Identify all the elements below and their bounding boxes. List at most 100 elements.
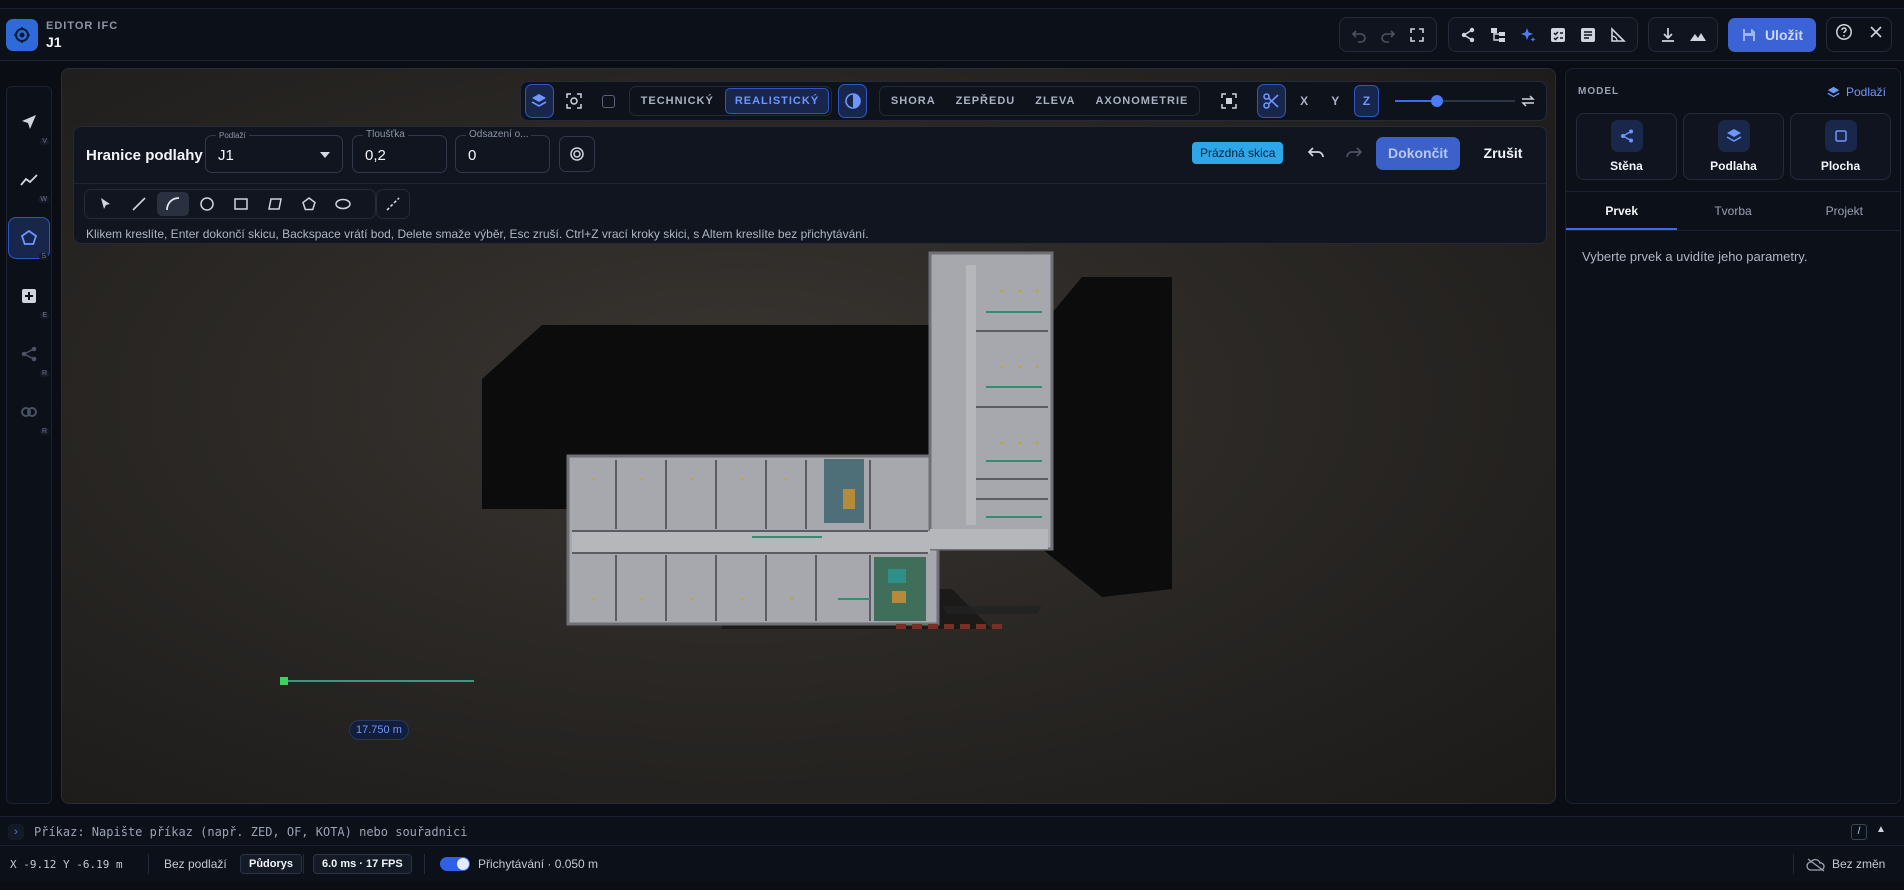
ai-sparkle-icon[interactable] [1515, 21, 1541, 49]
draw-circle[interactable] [191, 192, 223, 216]
panel-tabs: Prvek Tvorba Projekt [1566, 191, 1900, 231]
view-left[interactable]: ZLEVA [1026, 89, 1084, 113]
section-cut-button[interactable] [1256, 84, 1286, 118]
cursor-arrow-icon [101, 198, 110, 209]
app: EDITOR IFC J1 Uložit V W S E R R 17.750 … [0, 0, 1904, 890]
chevron-right-icon: › [8, 824, 24, 840]
cancel-button[interactable]: Zrušit [1472, 137, 1534, 170]
fullscreen-icon[interactable] [1405, 21, 1430, 49]
axis-x[interactable]: X [1292, 86, 1317, 116]
report-icon[interactable] [1575, 21, 1601, 49]
fit-view-button[interactable] [1214, 84, 1242, 118]
card-wall[interactable]: Stěna [1576, 113, 1677, 180]
tool-share[interactable]: R [8, 333, 50, 377]
draw-parallelogram[interactable] [259, 192, 291, 216]
draw-pick-lines[interactable] [376, 189, 410, 219]
tool-key: V [40, 138, 49, 145]
app-logo-icon[interactable] [6, 19, 38, 51]
draw-rectangle[interactable] [225, 192, 257, 216]
command-input[interactable]: Příkaz: Napište příkaz (např. ZED, OF, K… [34, 825, 467, 839]
navigation-arrow-icon [22, 115, 36, 129]
thickness-value: 0,2 [365, 147, 386, 164]
tool-polygon[interactable]: S [8, 217, 50, 260]
save-button[interactable]: Uložit [1728, 18, 1816, 52]
mode-realistic[interactable]: REALISTICKÝ [724, 88, 830, 114]
share-nodes-icon [1620, 129, 1633, 143]
redo-icon[interactable] [1375, 21, 1400, 49]
sketch-status-badge: Prázdná skica [1192, 142, 1284, 164]
sketch-hint: Klikem kreslíte, Enter dokončí skicu, Ba… [86, 227, 869, 241]
toggle-checkbox[interactable] [594, 94, 622, 108]
card-label: Plocha [1820, 159, 1861, 173]
level-label: Podlaží [216, 131, 249, 140]
offset-mode-button[interactable] [559, 136, 595, 172]
snap-toggle[interactable] [440, 857, 470, 871]
contrast-button[interactable] [838, 84, 867, 118]
draw-ellipse[interactable] [327, 192, 359, 216]
mode-technical[interactable]: TECHNICKÝ [632, 89, 723, 113]
contrast-icon [844, 93, 861, 109]
chevron-up-icon[interactable]: ▲ [1876, 824, 1886, 835]
terrain-icon[interactable] [1685, 21, 1711, 49]
offset-field[interactable]: Odsazení o... 0 [455, 129, 550, 173]
pentagon-icon [20, 229, 38, 245]
tab-creation[interactable]: Tvorba [1677, 192, 1788, 230]
draw-select[interactable] [89, 192, 121, 216]
thickness-label: Tloušťka [363, 129, 408, 140]
focus-target-icon [566, 93, 582, 109]
pentagon-icon [302, 197, 316, 211]
card-label: Stěna [1610, 159, 1643, 173]
tool-wall[interactable]: W [8, 159, 50, 203]
tool-key: R [39, 370, 49, 377]
tab-project[interactable]: Projekt [1789, 192, 1900, 230]
finish-button[interactable]: Dokončit [1376, 137, 1460, 170]
layers-button[interactable] [525, 84, 554, 118]
tool-link[interactable]: R [8, 391, 50, 435]
slider-knob[interactable] [1431, 95, 1444, 107]
level-link[interactable]: Podlaží [1827, 85, 1886, 99]
tool-add[interactable]: E [8, 275, 50, 319]
thickness-field[interactable]: Tloušťka 0,2 [352, 129, 447, 173]
offset-value: 0 [468, 147, 477, 164]
view-top[interactable]: SHORA [882, 89, 945, 113]
rectangle-icon [234, 198, 248, 210]
undo-icon[interactable] [1346, 21, 1371, 49]
view-mode-pill[interactable]: Půdorys [240, 854, 303, 874]
checklist-icon[interactable] [1545, 21, 1571, 49]
draw-line[interactable] [123, 192, 155, 216]
sketch-redo-icon[interactable] [1344, 143, 1364, 163]
focus-button[interactable] [560, 84, 588, 118]
sketch-undo-icon[interactable] [1306, 143, 1326, 163]
left-toolbar: V W S E R R [6, 86, 52, 804]
export-group [1648, 17, 1718, 52]
axis-z[interactable]: Z [1353, 85, 1380, 117]
circle-icon [200, 197, 214, 211]
performance-pill: 6.0 ms · 17 FPS [313, 854, 412, 874]
hierarchy-icon[interactable] [1485, 21, 1511, 49]
sketch-title: Hranice podlahy [86, 147, 203, 164]
help-icon[interactable] [1835, 23, 1853, 46]
download-icon[interactable] [1655, 21, 1681, 49]
command-bar: › Příkaz: Napište příkaz (např. ZED, OF,… [0, 816, 1904, 846]
tool-select[interactable]: V [8, 101, 50, 145]
share-nodes-icon[interactable] [1455, 21, 1481, 49]
section-slider[interactable] [1395, 91, 1516, 111]
concentric-rings-icon [570, 147, 584, 161]
card-floor[interactable]: Podlaha [1683, 113, 1784, 180]
element-cards: Stěna Podlaha Plocha [1576, 113, 1892, 180]
tab-element[interactable]: Prvek [1566, 192, 1678, 230]
draw-polygon[interactable] [293, 192, 325, 216]
view-front[interactable]: ZEPŘEDU [947, 89, 1025, 113]
flip-section-button[interactable] [1514, 84, 1542, 118]
card-area[interactable]: Plocha [1790, 113, 1891, 180]
view-axonometric[interactable]: AXONOMETRIE [1086, 89, 1197, 113]
axis-y[interactable]: Y [1323, 86, 1348, 116]
panel-heading: MODEL [1578, 86, 1620, 97]
draw-arc[interactable] [157, 192, 189, 216]
document-title: J1 [46, 34, 62, 50]
level-link-label: Podlaží [1845, 85, 1886, 99]
level-select[interactable]: Podlaží J1 [205, 131, 343, 173]
close-icon[interactable] [1868, 24, 1884, 45]
measure-angle-icon[interactable] [1605, 21, 1631, 49]
line-icon [132, 197, 146, 211]
